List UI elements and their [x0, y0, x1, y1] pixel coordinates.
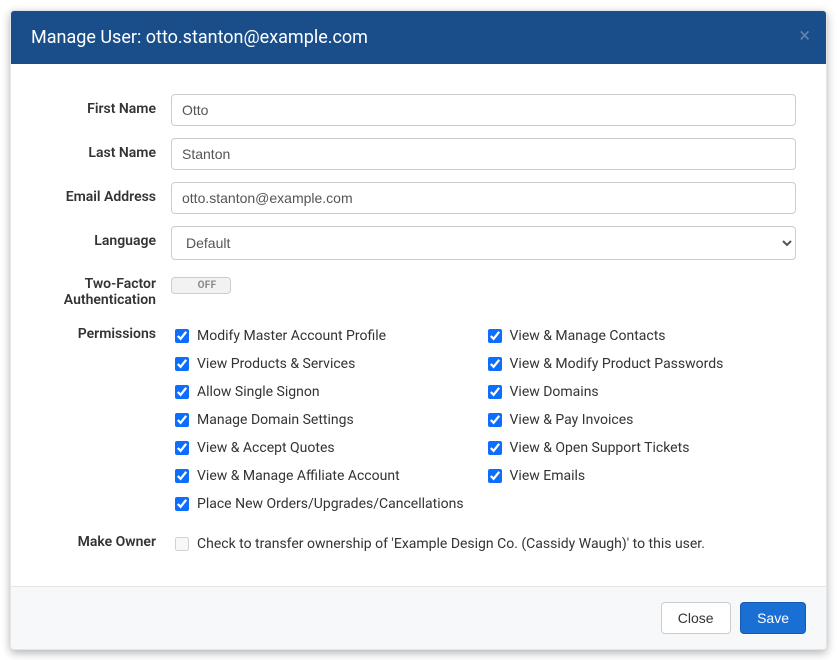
perm-view-products[interactable]: View Products & Services [171, 354, 484, 374]
two-factor-toggle[interactable]: OFF [171, 277, 231, 294]
perm-checkbox[interactable] [175, 357, 189, 371]
language-select[interactable]: Default [171, 226, 796, 260]
perm-view-domains[interactable]: View Domains [484, 382, 797, 402]
perm-place-orders[interactable]: Place New Orders/Upgrades/Cancellations [171, 494, 484, 514]
label-make-owner: Make Owner [41, 534, 171, 550]
perm-checkbox[interactable] [488, 385, 502, 399]
perm-single-signon[interactable]: Allow Single Signon [171, 382, 484, 402]
email-input[interactable] [171, 182, 796, 214]
perm-label: View & Accept Quotes [197, 440, 335, 456]
perm-accept-quotes[interactable]: View & Accept Quotes [171, 438, 484, 458]
perm-checkbox[interactable] [175, 497, 189, 511]
close-button[interactable]: Close [661, 602, 731, 634]
perm-checkbox[interactable] [488, 413, 502, 427]
perm-checkbox[interactable] [175, 385, 189, 399]
perm-label: Modify Master Account Profile [197, 328, 386, 344]
perm-label: Manage Domain Settings [197, 412, 354, 428]
perm-affiliate[interactable]: View & Manage Affiliate Account [171, 466, 484, 486]
perm-manage-domain[interactable]: Manage Domain Settings [171, 410, 484, 430]
manage-user-modal: Manage User: otto.stanton@example.com × … [10, 10, 827, 650]
perm-label: View Emails [510, 468, 586, 484]
save-button[interactable]: Save [740, 602, 806, 634]
last-name-input[interactable] [171, 138, 796, 170]
make-owner-text: Check to transfer ownership of 'Example … [197, 536, 705, 552]
perm-emails[interactable]: View Emails [484, 466, 797, 486]
permissions-col-1: Modify Master Account Profile View Produ… [171, 326, 484, 522]
perm-checkbox[interactable] [175, 441, 189, 455]
label-last-name: Last Name [41, 138, 171, 161]
perm-tickets[interactable]: View & Open Support Tickets [484, 438, 797, 458]
permissions-grid: Modify Master Account Profile View Produ… [171, 326, 796, 522]
perm-label: View Products & Services [197, 356, 355, 372]
perm-label: View & Manage Contacts [510, 328, 666, 344]
perm-modify-master[interactable]: Modify Master Account Profile [171, 326, 484, 346]
perm-label: Place New Orders/Upgrades/Cancellations [197, 496, 464, 512]
modal-title: Manage User: otto.stanton@example.com [31, 27, 368, 48]
perm-checkbox[interactable] [488, 469, 502, 483]
modal-header: Manage User: otto.stanton@example.com × [11, 11, 826, 64]
label-permissions: Permissions [41, 326, 171, 342]
first-name-input[interactable] [171, 94, 796, 126]
perm-label: View & Pay Invoices [510, 412, 634, 428]
perm-checkbox[interactable] [488, 329, 502, 343]
make-owner-checkbox[interactable] [175, 537, 189, 551]
label-two-factor: Two-Factor Authentication [41, 272, 171, 308]
label-language: Language [41, 226, 171, 249]
perm-product-passwords[interactable]: View & Modify Product Passwords [484, 354, 797, 374]
modal-body: First Name Last Name Email Address Langu… [11, 64, 826, 586]
perm-invoices[interactable]: View & Pay Invoices [484, 410, 797, 430]
label-email: Email Address [41, 182, 171, 205]
perm-checkbox[interactable] [175, 329, 189, 343]
permissions-col-2: View & Manage Contacts View & Modify Pro… [484, 326, 797, 522]
perm-label: View & Manage Affiliate Account [197, 468, 400, 484]
perm-label: View & Modify Product Passwords [510, 356, 724, 372]
perm-contacts[interactable]: View & Manage Contacts [484, 326, 797, 346]
perm-checkbox[interactable] [488, 357, 502, 371]
perm-checkbox[interactable] [488, 441, 502, 455]
perm-label: View & Open Support Tickets [510, 440, 690, 456]
close-icon[interactable]: × [799, 25, 810, 45]
perm-checkbox[interactable] [175, 413, 189, 427]
perm-label: Allow Single Signon [197, 384, 320, 400]
modal-footer: Close Save [11, 586, 826, 649]
label-first-name: First Name [41, 94, 171, 117]
perm-label: View Domains [510, 384, 599, 400]
perm-checkbox[interactable] [175, 469, 189, 483]
